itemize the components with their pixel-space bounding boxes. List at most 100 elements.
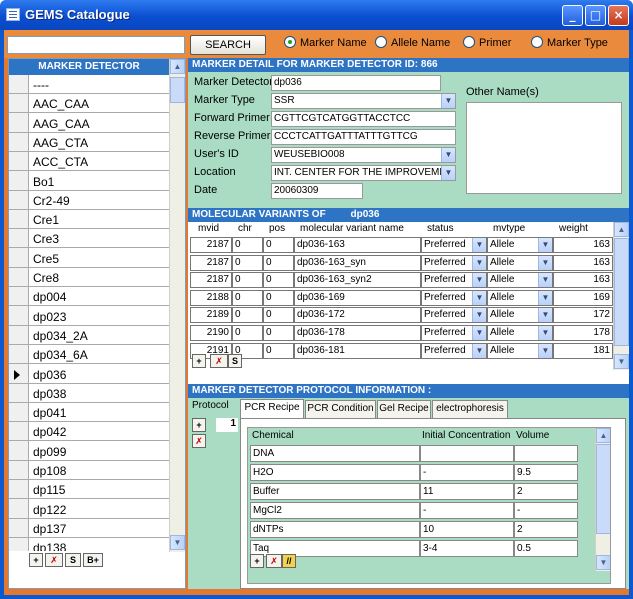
table-row[interactable]: Taq 3-4 0.5 bbox=[248, 539, 596, 558]
list-item[interactable]: dp038 bbox=[9, 384, 169, 403]
cell-chr[interactable]: 0 bbox=[232, 289, 263, 306]
cell-chemical[interactable]: DNA bbox=[250, 445, 420, 462]
table-row[interactable]: Buffer 11 2 bbox=[248, 482, 596, 501]
cell-initial-concentration[interactable]: 10 bbox=[420, 521, 514, 538]
marker-list-button[interactable]: ✗ bbox=[45, 553, 63, 567]
cell-mvid[interactable]: 2187 bbox=[190, 254, 232, 271]
chevron-down-icon[interactable]: ▼ bbox=[441, 166, 455, 180]
radio-button-icon[interactable] bbox=[375, 36, 387, 48]
radio-button-icon[interactable] bbox=[463, 36, 475, 48]
tab-electrophoresis[interactable]: electrophoresis bbox=[432, 400, 508, 418]
list-item[interactable]: ACC_CTA bbox=[9, 152, 169, 172]
search-input[interactable] bbox=[7, 36, 185, 54]
chevron-down-icon[interactable]: ▼ bbox=[441, 148, 455, 162]
cell-pos[interactable]: 0 bbox=[263, 289, 294, 306]
cell-volume[interactable]: 9.5 bbox=[514, 464, 578, 481]
cell-mvid[interactable]: 2187 bbox=[190, 272, 232, 289]
cell-mvtype[interactable]: Allele ▼ bbox=[487, 289, 553, 306]
chevron-down-icon[interactable]: ▼ bbox=[538, 238, 552, 252]
table-row[interactable]: 2187 0 0 dp036-163_syn Preferred ▼ Allele ▼ 163 bbox=[188, 254, 613, 272]
list-item[interactable]: Cre1 bbox=[9, 210, 169, 230]
tab-pcr-recipe[interactable]: PCR Recipe bbox=[240, 399, 304, 418]
list-item[interactable]: dp034_6A bbox=[9, 345, 169, 365]
chemical-scrollbar[interactable]: ▲ ▼ bbox=[595, 428, 610, 571]
scroll-down-icon[interactable]: ▼ bbox=[614, 354, 629, 369]
tab-gel-recipe[interactable]: Gel Recipe bbox=[377, 400, 431, 418]
search-option-allele-name[interactable]: Allele Name bbox=[375, 36, 450, 50]
table-row[interactable]: dNTPs 10 2 bbox=[248, 520, 596, 539]
cell-initial-concentration[interactable]: - bbox=[420, 464, 514, 481]
cell-volume[interactable]: - bbox=[514, 502, 578, 519]
cell-mvtype[interactable]: Allele ▼ bbox=[487, 325, 553, 341]
list-item[interactable]: Cre3 bbox=[9, 229, 169, 249]
cell-pos[interactable]: 0 bbox=[263, 325, 294, 341]
scroll-thumb[interactable] bbox=[614, 238, 629, 346]
cell-molecular-variant-name[interactable]: dp036-163_syn bbox=[294, 254, 421, 271]
table-row[interactable]: H2O - 9.5 bbox=[248, 463, 596, 482]
list-item[interactable]: dp108 bbox=[9, 461, 169, 480]
cell-volume[interactable] bbox=[514, 445, 578, 462]
chevron-down-icon[interactable]: ▼ bbox=[472, 273, 486, 288]
cell-mvtype[interactable]: Allele ▼ bbox=[487, 237, 553, 253]
variant-button[interactable]: ✗ bbox=[210, 354, 228, 368]
marker-list-scrollbar[interactable]: ▲ ▼ bbox=[169, 59, 185, 552]
cell-weight[interactable]: 163 bbox=[553, 272, 613, 289]
cell-mvid[interactable]: 2187 bbox=[190, 237, 232, 253]
list-item[interactable]: dp036 bbox=[9, 365, 169, 384]
list-item[interactable]: AAC_CAA bbox=[9, 94, 169, 114]
cell-initial-concentration[interactable]: - bbox=[420, 502, 514, 519]
list-item[interactable]: Cre5 bbox=[9, 249, 169, 268]
chevron-down-icon[interactable]: ▼ bbox=[472, 255, 486, 270]
list-item[interactable]: AAG_CAA bbox=[9, 114, 169, 133]
list-item[interactable]: AAG_CTA bbox=[9, 133, 169, 152]
chevron-down-icon[interactable]: ▼ bbox=[472, 343, 486, 358]
marker-list-button[interactable]: S bbox=[65, 553, 81, 567]
chevron-down-icon[interactable]: ▼ bbox=[441, 94, 455, 108]
cell-chr[interactable]: 0 bbox=[232, 254, 263, 271]
chevron-down-icon[interactable]: ▼ bbox=[538, 343, 552, 358]
cell-molecular-variant-name[interactable]: dp036-181 bbox=[294, 342, 421, 359]
chevron-down-icon[interactable]: ▼ bbox=[472, 326, 486, 340]
maximize-button[interactable]: □ bbox=[585, 5, 606, 26]
list-item[interactable]: dp138 bbox=[9, 538, 169, 551]
list-item[interactable]: dp023 bbox=[9, 307, 169, 326]
chevron-down-icon[interactable]: ▼ bbox=[538, 326, 552, 340]
cell-weight[interactable]: 178 bbox=[553, 325, 613, 341]
delete-protocol-icon[interactable]: ✗ bbox=[192, 434, 206, 448]
list-item[interactable]: dp115 bbox=[9, 480, 169, 500]
scroll-thumb[interactable] bbox=[596, 444, 610, 534]
list-item[interactable]: ---- bbox=[9, 75, 169, 94]
cell-initial-concentration[interactable]: 11 bbox=[420, 483, 514, 500]
user-s-id-field[interactable]: WEUSEBIO008 ▼ bbox=[271, 147, 456, 163]
minimize-button[interactable]: _ bbox=[562, 5, 583, 26]
cell-pos[interactable]: 0 bbox=[263, 254, 294, 271]
list-item[interactable]: Cr2-49 bbox=[9, 191, 169, 210]
search-option-marker-name[interactable]: Marker Name bbox=[284, 36, 367, 50]
chemical-button[interactable]: + bbox=[250, 554, 264, 568]
cell-chemical[interactable]: Buffer bbox=[250, 483, 420, 500]
radio-button-icon[interactable] bbox=[531, 36, 543, 48]
cell-volume[interactable]: 0.5 bbox=[514, 540, 578, 557]
variants-scrollbar[interactable]: ▲ ▼ bbox=[613, 222, 629, 370]
list-item[interactable]: dp004 bbox=[9, 287, 169, 307]
cell-chr[interactable]: 0 bbox=[232, 272, 263, 289]
location-field[interactable]: INT. CENTER FOR THE IMPROVEME ▼ bbox=[271, 165, 456, 181]
cell-mvid[interactable]: 2188 bbox=[190, 289, 232, 306]
chevron-down-icon[interactable]: ▼ bbox=[472, 290, 486, 305]
cell-molecular-variant-name[interactable]: dp036-163_syn2 bbox=[294, 272, 421, 289]
cell-volume[interactable]: 2 bbox=[514, 521, 578, 538]
cell-molecular-variant-name[interactable]: dp036-169 bbox=[294, 289, 421, 306]
cell-initial-concentration[interactable] bbox=[420, 445, 514, 462]
title-bar[interactable]: GEMS Catalogue _ □ × bbox=[0, 0, 633, 30]
search-button[interactable]: SEARCH bbox=[190, 35, 266, 55]
cell-mvtype[interactable]: Allele ▼ bbox=[487, 272, 553, 289]
cell-pos[interactable]: 0 bbox=[263, 342, 294, 359]
cell-weight[interactable]: 163 bbox=[553, 254, 613, 271]
date-field[interactable]: 20060309 bbox=[271, 183, 363, 199]
add-protocol-button[interactable]: + bbox=[192, 418, 206, 432]
cell-chr[interactable]: 0 bbox=[232, 237, 263, 253]
cell-weight[interactable]: 163 bbox=[553, 237, 613, 253]
cell-status[interactable]: Preferred ▼ bbox=[421, 307, 487, 324]
scroll-thumb[interactable] bbox=[170, 77, 185, 103]
cell-chr[interactable]: 0 bbox=[232, 307, 263, 324]
